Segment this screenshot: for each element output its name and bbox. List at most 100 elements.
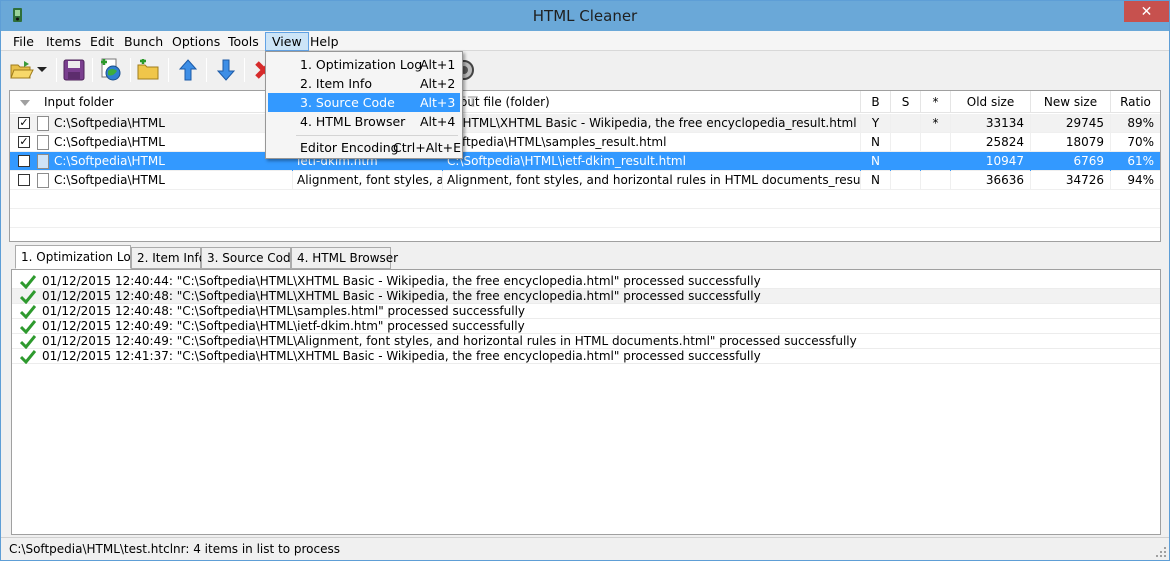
status-bar: C:\Softpedia\HTML\test.htclnr: 4 items i…	[1, 537, 1169, 560]
menu-item-html-browser[interactable]: 4. HTML Browser Alt+4	[268, 112, 460, 131]
menu-bar: File Items Edit Bunch Options Tools View…	[1, 31, 1169, 51]
column-s[interactable]: S	[891, 91, 921, 113]
cell-ratio: 61%	[1127, 154, 1154, 168]
title-bar[interactable]: HTML Cleaner ✕	[1, 1, 1169, 31]
menu-item-optimization-log[interactable]: 1. Optimization Log Alt+1	[268, 55, 460, 74]
menu-item-source-code[interactable]: 3. Source Code Alt+3	[268, 93, 460, 112]
file-icon	[37, 135, 49, 150]
menu-bunch[interactable]: Bunch	[118, 32, 169, 51]
cell-input-folder: C:\Softpedia\HTML	[50, 152, 293, 171]
menu-file[interactable]: File	[7, 32, 40, 51]
table-row[interactable]: ✓ C:\Softpedia\HTML ...\HTML\XHTML Basic…	[10, 114, 1160, 133]
column-new-size[interactable]: New size	[1031, 91, 1111, 113]
cell-output-file: ...\HTML\XHTML Basic - Wikipedia, the fr…	[443, 114, 861, 133]
cell-old-size: 33134	[951, 114, 1031, 133]
table-row[interactable]: ✓ C:\Softpedia\HTML Softpedia\HTML\sampl…	[10, 133, 1160, 152]
cell-input-folder: C:\Softpedia\HTML	[50, 114, 293, 133]
cell-star	[921, 133, 951, 152]
optimization-log[interactable]: 01/12/2015 12:40:44: "C:\Softpedia\HTML\…	[11, 269, 1161, 535]
row-checkbox[interactable]: ✓	[18, 136, 30, 148]
log-row[interactable]: 01/12/2015 12:41:37: "C:\Softpedia\HTML\…	[12, 349, 1160, 364]
move-down-icon[interactable]	[213, 56, 239, 84]
log-row[interactable]: 01/12/2015 12:40:48: "C:\Softpedia\HTML\…	[12, 304, 1160, 319]
file-icon	[37, 173, 49, 188]
tab-optimization-log[interactable]: 1. Optimization Log	[15, 245, 138, 269]
tab-html-browser[interactable]: 4. HTML Browser	[291, 247, 398, 269]
log-row[interactable]: 01/12/2015 12:40:48: "C:\Softpedia\HTML\…	[12, 289, 1160, 304]
resize-grip-icon[interactable]	[1155, 546, 1167, 558]
app-window: HTML Cleaner ✕ File Items Edit Bunch Opt…	[0, 0, 1170, 561]
cell-old-size: 25824	[951, 133, 1031, 152]
row-checkbox[interactable]: ✓	[18, 117, 30, 129]
save-icon[interactable]	[61, 56, 87, 84]
menu-item-item-info[interactable]: 2. Item Info Alt+2	[268, 74, 460, 93]
toolbar	[1, 52, 1169, 88]
toolbar-separator	[56, 58, 57, 82]
success-check-icon	[20, 305, 36, 319]
add-web-icon[interactable]	[98, 56, 124, 84]
move-up-icon[interactable]	[175, 56, 201, 84]
log-entry: 01/12/2015 12:40:44: "C:\Softpedia\HTML\…	[42, 274, 761, 288]
cell-s	[891, 114, 921, 133]
empty-row	[10, 228, 1160, 241]
open-folder-icon[interactable]	[9, 56, 35, 84]
column-output-file[interactable]: tput file (folder)	[443, 91, 861, 113]
row-checkbox[interactable]	[18, 155, 30, 167]
cell-ratio: 70%	[1127, 135, 1154, 149]
items-list[interactable]: Input folder tput file (folder) B S * Ol…	[9, 90, 1161, 242]
cell-output-file: C:\Softpedia\HTML\ietf-dkim_result.html	[443, 152, 861, 171]
cell-ratio: 89%	[1127, 116, 1154, 130]
menu-tools[interactable]: Tools	[222, 32, 265, 51]
toolbar-separator	[168, 58, 169, 82]
cell-star	[921, 171, 951, 190]
log-entry: 01/12/2015 12:41:37: "C:\Softpedia\HTML\…	[42, 349, 761, 363]
toolbar-separator	[130, 58, 131, 82]
menu-item-label: Editor Encoding	[300, 140, 399, 155]
file-icon	[37, 154, 49, 169]
menu-options[interactable]: Options	[166, 32, 226, 51]
log-row[interactable]: 01/12/2015 12:40:49: "C:\Softpedia\HTML\…	[12, 334, 1160, 349]
cell-input-file: Alignment, font styles, a...	[293, 171, 443, 190]
log-row[interactable]: 01/12/2015 12:40:44: "C:\Softpedia\HTML\…	[12, 274, 1160, 289]
menu-item-shortcut: Alt+1	[420, 57, 456, 72]
menu-item-shortcut: Alt+2	[420, 76, 456, 91]
column-old-size[interactable]: Old size	[951, 91, 1031, 113]
menu-items[interactable]: Items	[40, 32, 87, 51]
dropdown-arrow-icon[interactable]	[35, 56, 49, 84]
add-folder-icon[interactable]	[136, 56, 162, 84]
menu-view[interactable]: View	[265, 32, 309, 51]
cell-ratio: 94%	[1127, 173, 1154, 187]
view-menu-dropdown: 1. Optimization Log Alt+1 2. Item Info A…	[265, 51, 463, 159]
cell-star	[921, 152, 951, 171]
row-checkbox[interactable]	[18, 174, 30, 186]
tab-item-info[interactable]: 2. Item Info	[131, 247, 206, 269]
success-check-icon	[20, 290, 36, 304]
menu-item-editor-encoding[interactable]: Editor Encoding Ctrl+Alt+E	[268, 138, 462, 157]
cell-new-size: 34726	[1031, 171, 1111, 190]
toolbar-separator	[206, 58, 207, 82]
success-check-icon	[20, 350, 36, 364]
log-row[interactable]: 01/12/2015 12:40:49: "C:\Softpedia\HTML\…	[12, 319, 1160, 334]
window-title: HTML Cleaner	[532, 7, 638, 25]
column-ratio[interactable]: Ratio	[1111, 91, 1160, 113]
table-row[interactable]: C:\Softpedia\HTML ietf-dkim.htm C:\Softp…	[10, 152, 1160, 171]
log-entry: 01/12/2015 12:40:48: "C:\Softpedia\HTML\…	[42, 289, 761, 303]
cell-old-size: 10947	[951, 152, 1031, 171]
file-icon	[37, 116, 49, 131]
column-input-folder-label: Input folder	[44, 95, 114, 109]
menu-help[interactable]: Help	[304, 32, 345, 51]
menu-edit[interactable]: Edit	[84, 32, 120, 51]
cell-s	[891, 133, 921, 152]
table-row[interactable]: C:\Softpedia\HTML Alignment, font styles…	[10, 171, 1160, 190]
tab-source-code[interactable]: 3. Source Code	[201, 247, 298, 269]
column-star[interactable]: *	[921, 91, 951, 113]
cell-b: Y	[861, 114, 891, 133]
column-input-folder[interactable]: Input folder	[10, 91, 293, 113]
column-b[interactable]: B	[861, 91, 891, 113]
cell-new-size: 29745	[1031, 114, 1111, 133]
close-button[interactable]: ✕	[1124, 1, 1169, 22]
cell-output-file: Softpedia\HTML\samples_result.html	[443, 133, 861, 152]
log-entry: 01/12/2015 12:40:49: "C:\Softpedia\HTML\…	[42, 319, 525, 333]
cell-output-file: Alignment, font styles, and horizontal r…	[443, 171, 861, 190]
menu-item-shortcut: Ctrl+Alt+E	[393, 140, 462, 155]
